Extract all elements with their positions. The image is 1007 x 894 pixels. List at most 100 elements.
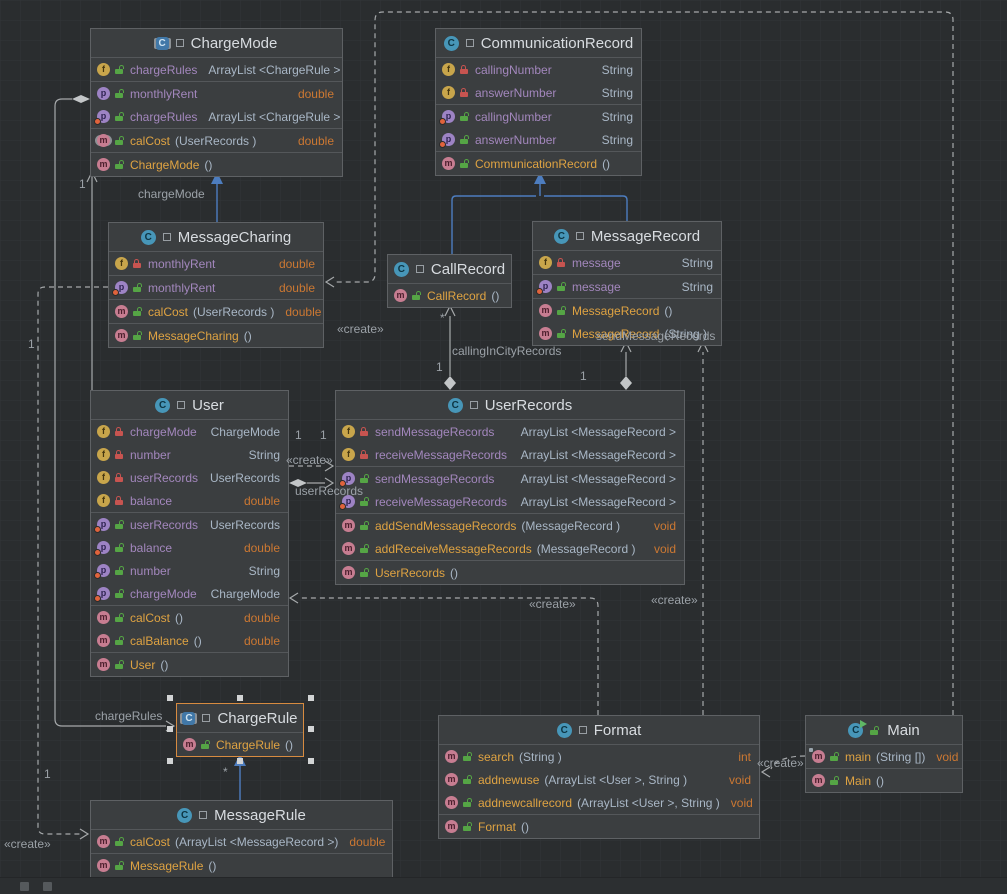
member-row-User-User[interactable]: User (): [91, 653, 288, 676]
member-row-CommunicationRecord-answerNumber[interactable]: answerNumber String: [436, 81, 641, 104]
member-row-Format-addnewuse[interactable]: addnewuse (ArrayList <User >, String ) voi…: [439, 768, 759, 791]
member-row-ChargeRule-ChargeRule[interactable]: ChargeRule (): [177, 733, 303, 756]
member-row-MessageCharing-calCost[interactable]: calCost (UserRecords ) double: [109, 300, 323, 323]
class-header[interactable]: Format: [439, 716, 759, 744]
member-type: double: [285, 304, 322, 319]
class-MessageCharing[interactable]: MessageCharingmonthlyRentdoublemonthlyRe…: [108, 222, 324, 348]
member-row-UserRecords-addReceiveMessageRecords[interactable]: addReceiveMessageRecords (MessageRecord )…: [336, 537, 684, 560]
member-row-MessageRecord-message[interactable]: message String: [533, 251, 721, 274]
member-name: addnewcallrecord: [478, 795, 573, 810]
class-CommunicationRecord[interactable]: CommunicationRecordcallingNumberStringan…: [435, 28, 642, 176]
member-row-MessageCharing-MessageCharing[interactable]: MessageCharing (): [109, 324, 323, 347]
class-title: MessageRecord: [590, 227, 701, 245]
class-CallRecord[interactable]: CallRecord CallRecord (): [387, 254, 512, 308]
member-row-ChargeMode-monthlyRent[interactable]: monthlyRent double: [91, 82, 342, 105]
member-row-CommunicationRecord-CommunicationRecord[interactable]: CommunicationRecord (): [436, 152, 641, 175]
class-header[interactable]: MessageCharing: [109, 223, 323, 251]
member-row-Format-addnewcallrecord[interactable]: addnewcallrecord (ArrayList <User >, Stri…: [439, 791, 759, 814]
class-header[interactable]: ChargeMode: [91, 29, 342, 57]
edge-label: chargeRules: [95, 709, 163, 723]
class-header[interactable]: CommunicationRecord: [436, 29, 641, 57]
member-row-ChargeMode-chargeRules[interactable]: chargeRules ArrayList <ChargeRule >: [91, 58, 342, 81]
member-row-User-chargeMode[interactable]: chargeMode ChargeMode: [91, 582, 288, 605]
member-name: callingNumber: [475, 62, 552, 77]
member-row-Format-Format[interactable]: Format (): [439, 815, 759, 838]
member-row-CommunicationRecord-callingNumber[interactable]: callingNumber String: [436, 105, 641, 128]
member-row-CallRecord-CallRecord[interactable]: CallRecord (): [388, 284, 511, 307]
member-row-MessageRecord-MessageRecord[interactable]: MessageRecord (): [533, 299, 721, 322]
class-MessageRecord[interactable]: MessageRecord message String message String M…: [532, 221, 722, 346]
member-row-MessageRecord-message[interactable]: message String: [533, 275, 721, 298]
property-dot: [339, 503, 346, 510]
edge-create-main-messagecharing[interactable]: [334, 11, 954, 715]
edge-label: «create»: [286, 453, 333, 467]
member-row-User-userRecords[interactable]: userRecords UserRecords: [91, 513, 288, 536]
edge-create-format-user[interactable]: [298, 597, 599, 715]
selection-handle[interactable]: [167, 695, 173, 701]
member-row-UserRecords-receiveMessageRecords[interactable]: receiveMessageRecords ArrayList <MessageR…: [336, 443, 684, 466]
selection-handle[interactable]: [308, 695, 314, 701]
class-Format[interactable]: Format search (String ) int addnewuse (ArrayL…: [438, 715, 760, 839]
member-row-UserRecords-UserRecords[interactable]: UserRecords (): [336, 561, 684, 584]
member-row-UserRecords-receiveMessageRecords[interactable]: receiveMessageRecords ArrayList <MessageR…: [336, 490, 684, 513]
member-row-CommunicationRecord-callingNumber[interactable]: callingNumber String: [436, 58, 641, 81]
member-row-ChargeMode-ChargeMode[interactable]: ChargeMode (): [91, 153, 342, 176]
panel-icon[interactable]: [43, 881, 52, 891]
class-title: Format: [593, 721, 642, 739]
member-row-ChargeMode-calCost[interactable]: calCost (UserRecords ) double: [91, 129, 342, 152]
public-lock-icon: [830, 752, 840, 761]
member-name: answerNumber: [475, 85, 557, 100]
member-row-User-number[interactable]: number String: [91, 443, 288, 466]
member-row-CommunicationRecord-answerNumber[interactable]: answerNumber String: [436, 128, 641, 151]
member-row-MessageCharing-monthlyRent[interactable]: monthlyRent double: [109, 252, 323, 275]
member-row-UserRecords-sendMessageRecords[interactable]: sendMessageRecords ArrayList <MessageReco…: [336, 467, 684, 490]
member-row-User-balance[interactable]: balance double: [91, 489, 288, 512]
member-row-User-number[interactable]: number String: [91, 559, 288, 582]
edge-label: sendMessageRecords: [596, 329, 716, 343]
field-icon: [97, 425, 110, 438]
member-type: void: [730, 795, 753, 810]
selection-handle[interactable]: [308, 758, 314, 764]
class-User[interactable]: UserchargeModeChargeModenumberStringuser…: [90, 390, 289, 677]
member-row-MessageRule-calCost[interactable]: calCost (ArrayList <MessageRecord >) doubl…: [91, 830, 392, 853]
class-ChargeMode[interactable]: ChargeMode chargeRules ArrayList <ChargeRu…: [90, 28, 343, 177]
member-row-MessageCharing-monthlyRent[interactable]: monthlyRent double: [109, 276, 323, 299]
class-header[interactable]: User: [91, 391, 288, 419]
member-row-MessageRule-MessageRule[interactable]: MessageRule (): [91, 854, 392, 877]
member-name: ChargeMode: [130, 157, 200, 172]
class-title: ChargeRule: [217, 709, 298, 727]
member-row-ChargeMode-chargeRules[interactable]: chargeRules ArrayList <ChargeRule >: [91, 105, 342, 128]
class-Main[interactable]: Main main (String []) void Main (): [805, 715, 963, 793]
class-header[interactable]: CallRecord: [388, 255, 511, 283]
member-row-User-balance[interactable]: balance double: [91, 536, 288, 559]
member-row-UserRecords-addSendMessageRecords[interactable]: addSendMessageRecords (MessageRecord ) voi…: [336, 514, 684, 537]
public-lock-icon: [460, 112, 470, 121]
diagram-canvas[interactable]: ChargeMode chargeRules ArrayList <ChargeRu…: [0, 0, 1007, 894]
selection-handle[interactable]: [167, 758, 173, 764]
class-UserRecords[interactable]: UserRecords sendMessageRecords ArrayList <…: [335, 390, 685, 585]
selection-handle[interactable]: [167, 726, 173, 732]
member-row-User-chargeMode[interactable]: chargeMode ChargeMode: [91, 420, 288, 443]
selection-handle[interactable]: [308, 726, 314, 732]
edge-label: 1: [28, 337, 35, 351]
class-header[interactable]: MessageRecord: [533, 222, 721, 250]
member-type: String: [248, 447, 280, 462]
member-params: (): [193, 633, 202, 648]
member-row-User-calCost[interactable]: calCost () double: [91, 606, 288, 629]
field-icon: [342, 425, 355, 438]
member-row-User-calBalance[interactable]: calBalance () double: [91, 629, 288, 652]
class-header[interactable]: Main: [806, 716, 962, 744]
selection-handle[interactable]: [237, 695, 243, 701]
member-row-User-userRecords[interactable]: userRecords UserRecords: [91, 466, 288, 489]
class-ChargeRule[interactable]: ChargeRule ChargeRule (): [176, 703, 304, 757]
class-header[interactable]: ChargeRule: [177, 704, 303, 732]
member-row-Main-main[interactable]: main (String []) void: [806, 745, 962, 768]
member-row-Format-search[interactable]: search (String ) int: [439, 745, 759, 768]
grid-icon[interactable]: [20, 881, 29, 891]
class-MessageRule[interactable]: MessageRule calCost (ArrayList <MessageRec…: [90, 800, 393, 878]
class-header[interactable]: MessageRule: [91, 801, 392, 829]
class-header[interactable]: UserRecords: [336, 391, 684, 419]
selection-handle[interactable]: [237, 758, 243, 764]
member-row-UserRecords-sendMessageRecords[interactable]: sendMessageRecords ArrayList <MessageReco…: [336, 420, 684, 443]
member-row-Main-Main[interactable]: Main (): [806, 769, 962, 792]
